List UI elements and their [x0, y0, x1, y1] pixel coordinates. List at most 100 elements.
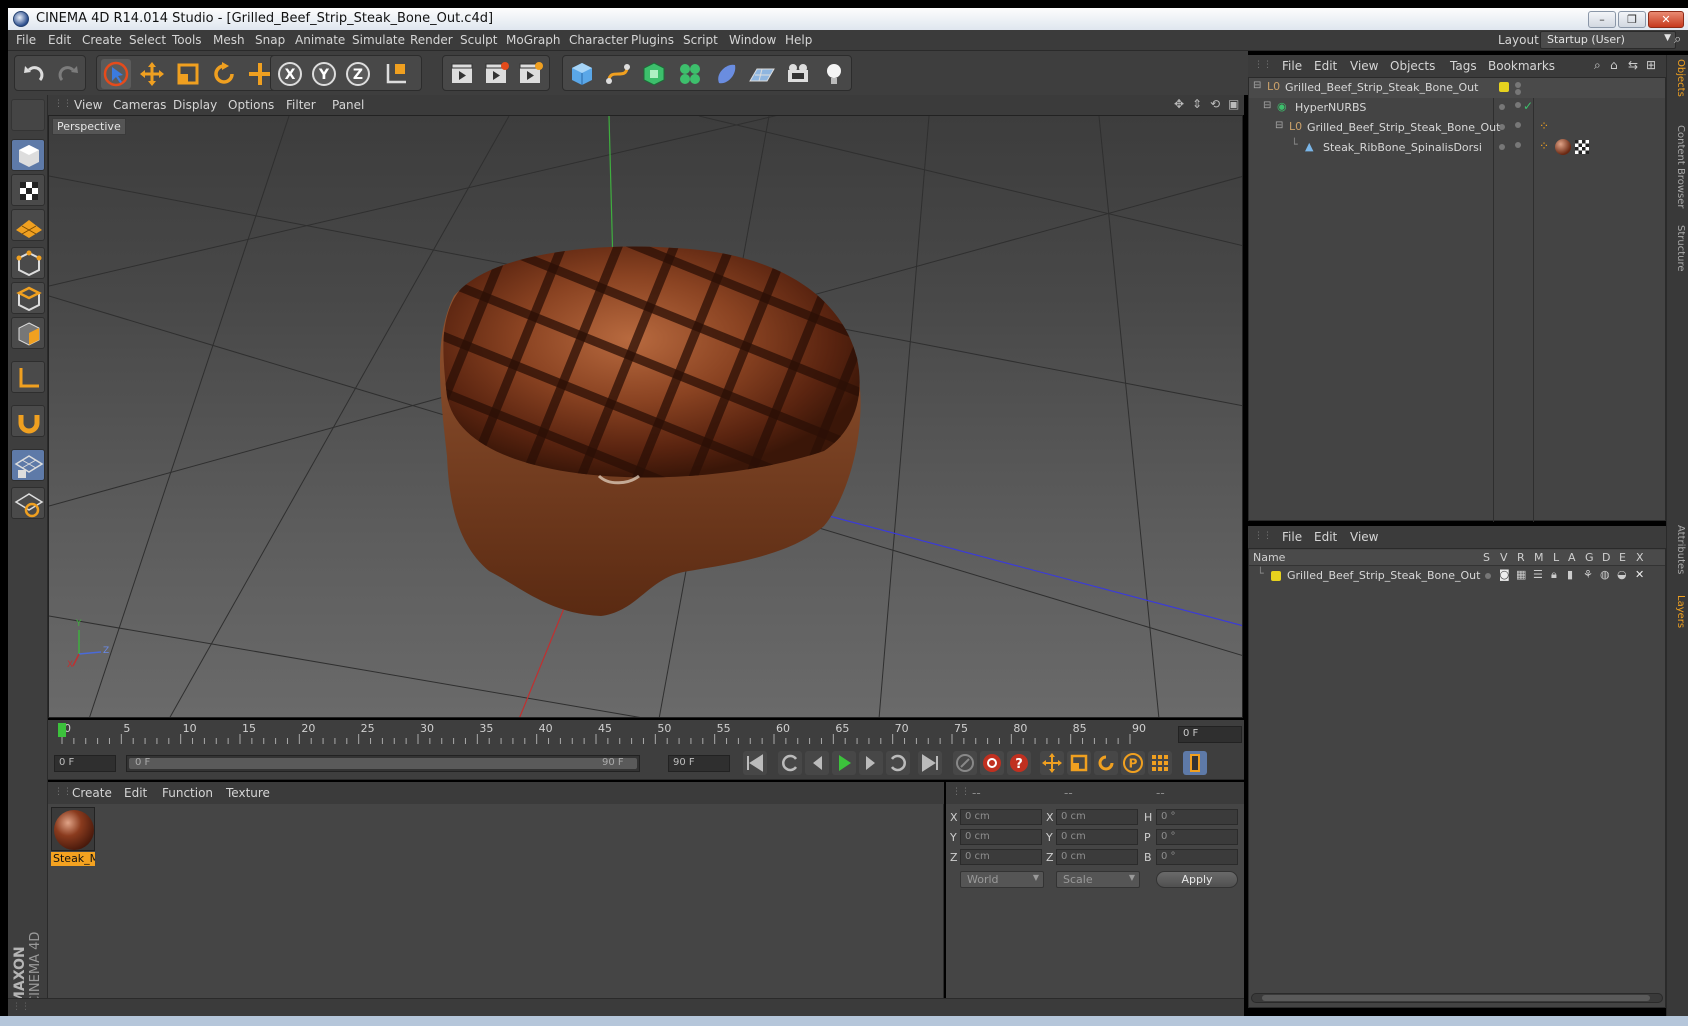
viewport-rotate-icon[interactable]: ⟲: [1210, 97, 1220, 111]
previous-frame-icon[interactable]: [805, 751, 829, 775]
layer-col-view[interactable]: V: [1500, 551, 1508, 564]
move-tool-button[interactable]: [137, 59, 167, 89]
next-keyframe-icon[interactable]: [886, 751, 910, 775]
rot-p-field[interactable]: 0 °: [1156, 829, 1238, 845]
layer-col-manager[interactable]: M: [1534, 551, 1544, 564]
tab-attributes[interactable]: Attributes: [1670, 525, 1686, 574]
material-menu-create[interactable]: Create: [72, 786, 112, 800]
render-visibility-dot[interactable]: [1515, 122, 1521, 128]
home-icon[interactable]: ⌂: [1610, 58, 1618, 72]
coordinate-system-dropdown[interactable]: World ▼: [960, 871, 1044, 888]
tab-content-browser[interactable]: Content Browser: [1670, 125, 1686, 208]
cloner-icon[interactable]: [675, 59, 705, 89]
y-axis-lock-icon[interactable]: Y: [309, 59, 339, 89]
cube-icon[interactable]: [567, 59, 597, 89]
objects-menu-edit[interactable]: Edit: [1314, 59, 1337, 73]
render-picture-viewer-icon[interactable]: [481, 59, 511, 89]
layers-menu-file[interactable]: File: [1282, 530, 1302, 544]
layer-color-swatch[interactable]: [1499, 82, 1509, 92]
autokeying-icon[interactable]: [980, 751, 1004, 775]
edges-mode-icon[interactable]: [11, 282, 45, 314]
menu-mograph[interactable]: MoGraph: [506, 33, 561, 47]
search-icon[interactable]: ⌕: [1674, 32, 1681, 47]
coordinate-system-icon[interactable]: [381, 59, 411, 89]
generator-icon[interactable]: ⚘: [1583, 568, 1593, 581]
end-frame-field[interactable]: 90 F: [668, 755, 730, 772]
go-to-start-icon[interactable]: [743, 751, 767, 775]
search-icon[interactable]: ⌕: [1594, 58, 1601, 73]
horizontal-scrollbar[interactable]: [1251, 993, 1663, 1003]
expression-icon[interactable]: ◒: [1617, 568, 1627, 581]
size-x-field[interactable]: 0 cm: [1056, 809, 1138, 825]
viewport-maximize-icon[interactable]: ▣: [1228, 97, 1239, 111]
render-visibility-dot[interactable]: [1515, 102, 1521, 108]
material-menu-edit[interactable]: Edit: [124, 786, 147, 800]
snap-magnet-icon[interactable]: [11, 405, 45, 437]
layer-col-generators[interactable]: G: [1585, 551, 1594, 564]
menu-window[interactable]: Window: [729, 33, 776, 47]
size-mode-dropdown[interactable]: Scale ▼: [1056, 871, 1140, 888]
keyframe-selection-icon[interactable]: ?: [1007, 751, 1031, 775]
layout-select[interactable]: Startup (User) ▼: [1540, 31, 1676, 49]
layer-col-expressions[interactable]: E: [1619, 551, 1626, 564]
tab-objects[interactable]: Objects: [1670, 59, 1686, 97]
viewport-menu-view[interactable]: View: [74, 98, 102, 112]
tree-row-child-null[interactable]: ⊟ L0 Grilled_Beef_Strip_Steak_Bone_Out ⁘: [1249, 118, 1665, 138]
display-tag-icon[interactable]: ⁘: [1539, 119, 1549, 133]
deformer-icon[interactable]: [711, 59, 741, 89]
polygons-mode-icon[interactable]: [11, 317, 45, 349]
enabled-check-icon[interactable]: ✓: [1523, 99, 1533, 113]
spline-pen-icon[interactable]: [603, 59, 633, 89]
material-preview[interactable]: [51, 807, 95, 851]
start-frame-field[interactable]: 0 F: [54, 755, 116, 772]
apply-button[interactable]: Apply: [1156, 871, 1238, 888]
floor-icon[interactable]: [747, 59, 777, 89]
render-visibility-dot[interactable]: [1515, 142, 1521, 148]
menu-animate[interactable]: Animate: [295, 33, 345, 47]
tree-row-mesh[interactable]: └ ▲ Steak_RibBone_SpinalisDorsi ⁘: [1249, 138, 1665, 158]
size-z-field[interactable]: 0 cm: [1056, 849, 1138, 865]
collapse-icon[interactable]: ⇆: [1628, 58, 1638, 72]
objects-menu-bookmarks[interactable]: Bookmarks: [1488, 59, 1555, 73]
locked-workplane-icon[interactable]: [11, 449, 45, 481]
layers-menu-view[interactable]: View: [1350, 530, 1378, 544]
camera-icon[interactable]: [783, 59, 813, 89]
minimize-button[interactable]: –: [1588, 11, 1616, 28]
render-visibility-dot[interactable]: [1515, 89, 1521, 95]
rot-h-field[interactable]: 0 °: [1156, 809, 1238, 825]
viewport-menu-display[interactable]: Display: [173, 98, 217, 112]
menu-plugins[interactable]: Plugins: [631, 33, 674, 47]
go-to-end-icon[interactable]: [918, 751, 942, 775]
menu-mesh[interactable]: Mesh: [213, 33, 245, 47]
deformer-icon[interactable]: ◍: [1600, 568, 1610, 581]
viewport-camera-label[interactable]: Perspective: [52, 118, 126, 135]
workplane-mode-icon[interactable]: [11, 209, 45, 241]
xref-icon[interactable]: ✕: [1635, 568, 1644, 581]
current-frame-field[interactable]: 0 F: [1178, 726, 1242, 743]
new-panel-icon[interactable]: ⊞: [1646, 58, 1656, 72]
rotate-tool-button[interactable]: [209, 59, 239, 89]
grip-handle-icon[interactable]: ⋮⋮: [1254, 60, 1272, 70]
grip-handle-icon[interactable]: ⋮⋮: [54, 787, 72, 797]
editor-visibility-dot[interactable]: [1515, 82, 1521, 88]
editor-visibility-dot[interactable]: [1499, 104, 1505, 110]
timeline-ruler[interactable]: 0 5 10 15 20 25 30 35 40 45 50 55 60 65 70 75 80 85 90 0 F: [48, 720, 1244, 746]
menu-render[interactable]: Render: [410, 33, 453, 47]
layer-col-animation[interactable]: A: [1568, 551, 1576, 564]
undo-button[interactable]: [19, 59, 49, 89]
close-button[interactable]: ✕: [1648, 11, 1684, 28]
menu-snap[interactable]: Snap: [255, 33, 285, 47]
uvw-tag-icon[interactable]: [1575, 140, 1589, 154]
viewport-menu-panel[interactable]: Panel: [332, 98, 364, 112]
viewport-move-icon[interactable]: ✥: [1174, 97, 1184, 111]
playhead-marker[interactable]: [58, 723, 66, 737]
expand-toggle-icon[interactable]: ⊟: [1263, 100, 1271, 111]
frame-range-slider[interactable]: 0 F 90 F: [126, 755, 640, 772]
pos-y-field[interactable]: 0 cm: [960, 829, 1042, 845]
key-scale-icon[interactable]: [1067, 751, 1091, 775]
key-rotation-icon[interactable]: [1094, 751, 1118, 775]
z-axis-lock-icon[interactable]: Z: [343, 59, 373, 89]
timeline-layout-icon[interactable]: [1183, 751, 1207, 775]
x-axis-lock-icon[interactable]: X: [275, 59, 305, 89]
axis-mode-icon[interactable]: [11, 361, 45, 393]
